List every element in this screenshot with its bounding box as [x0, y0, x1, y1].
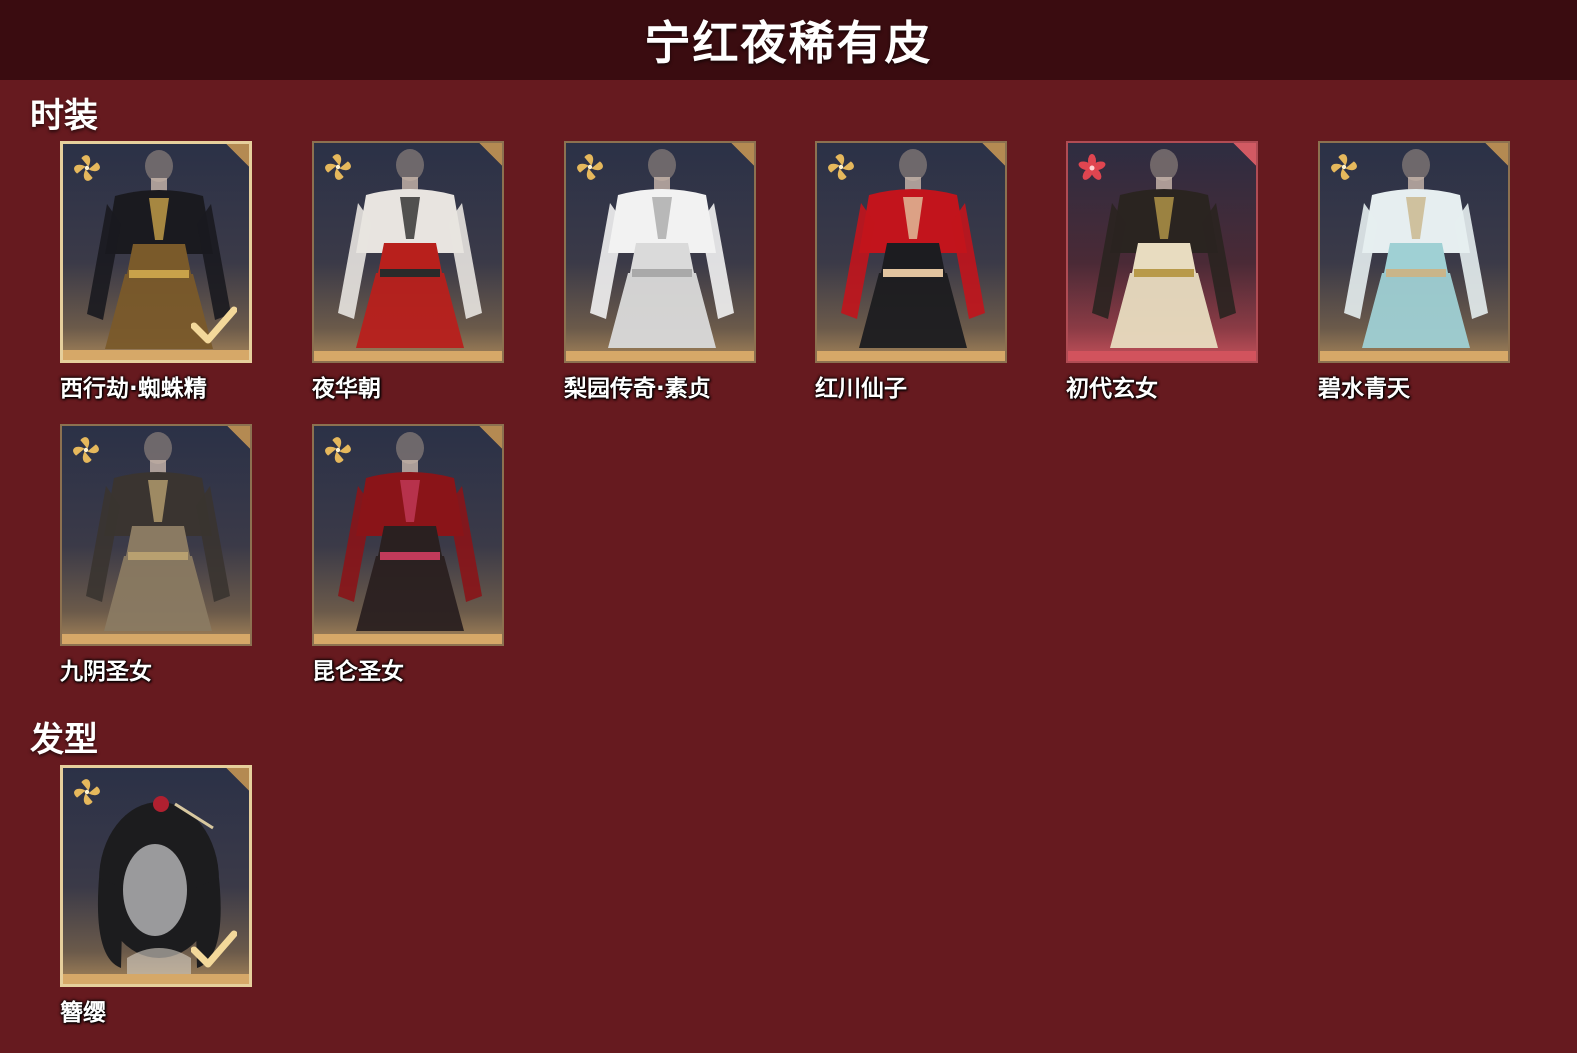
- outfit-card[interactable]: 碧水青天: [1318, 141, 1510, 402]
- gold-four-petal-flower-icon: [577, 154, 603, 180]
- gold-four-petal-flower-icon: [74, 779, 100, 805]
- title-bar: 宁红夜稀有皮: [0, 0, 1577, 80]
- red-five-petal-flower-icon: [1078, 154, 1106, 180]
- gold-four-petal-flower-icon: [1331, 154, 1357, 180]
- outfit-card[interactable]: 夜华朝: [312, 141, 504, 402]
- corner-ornament-icon: [474, 143, 502, 171]
- rarity-bar: [1320, 351, 1508, 361]
- card-frame: [312, 424, 504, 646]
- corner-ornament-icon: [977, 143, 1005, 171]
- rarity-bar: [1068, 351, 1256, 361]
- gold-four-petal-flower-icon: [828, 154, 854, 180]
- card-frame: [60, 141, 252, 363]
- corner-ornament-icon: [222, 426, 250, 454]
- corner-ornament-icon: [1480, 143, 1508, 171]
- rarity-bar: [62, 634, 250, 644]
- rarity-bar: [817, 351, 1005, 361]
- page-title: 宁红夜稀有皮: [644, 16, 933, 70]
- card-frame: [564, 141, 756, 363]
- outfit-name: 碧水青天: [1318, 376, 1410, 402]
- gold-four-petal-flower-icon: [73, 437, 99, 463]
- gold-four-petal-flower-icon: [325, 437, 351, 463]
- rarity-bar: [63, 974, 249, 984]
- corner-ornament-icon: [726, 143, 754, 171]
- outfit-name: 梨园传奇·素贞: [564, 376, 711, 402]
- rarity-bar: [314, 634, 502, 644]
- card-frame: [312, 141, 504, 363]
- outfit-name: 夜华朝: [312, 376, 381, 402]
- corner-ornament-icon: [474, 426, 502, 454]
- card-frame: [815, 141, 1007, 363]
- outfit-card[interactable]: 初代玄女: [1066, 141, 1258, 402]
- card-frame: [60, 765, 252, 987]
- card-frame: [60, 424, 252, 646]
- rarity-bar: [63, 350, 249, 360]
- checkmark-icon: [191, 306, 237, 344]
- outfit-card[interactable]: 昆仑圣女: [312, 424, 504, 685]
- section-label-fashion: 时装: [30, 96, 98, 136]
- outfit-card[interactable]: 九阴圣女: [60, 424, 252, 685]
- section-label-hairstyle: 发型: [30, 720, 98, 760]
- gold-four-petal-flower-icon: [74, 155, 100, 181]
- outfit-card[interactable]: 梨园传奇·素贞: [564, 141, 756, 402]
- hairstyle-card[interactable]: 簪缨: [60, 765, 252, 1026]
- outfit-name: 红川仙子: [815, 376, 907, 402]
- rarity-bar: [314, 351, 502, 361]
- card-frame: [1066, 141, 1258, 363]
- rarity-bar: [566, 351, 754, 361]
- outfit-card[interactable]: 西行劫·蜘蛛精: [60, 141, 252, 402]
- gold-four-petal-flower-icon: [325, 154, 351, 180]
- hairstyle-name: 簪缨: [60, 1000, 106, 1026]
- outfit-name: 九阴圣女: [60, 659, 152, 685]
- outfit-name: 昆仑圣女: [312, 659, 404, 685]
- outfit-name: 西行劫·蜘蛛精: [60, 376, 207, 402]
- checkmark-icon: [191, 930, 237, 968]
- outfit-card[interactable]: 红川仙子: [815, 141, 1007, 402]
- card-frame: [1318, 141, 1510, 363]
- corner-ornament-icon: [221, 768, 249, 796]
- corner-ornament-icon: [221, 144, 249, 172]
- corner-ornament-icon: [1228, 143, 1256, 171]
- outfit-name: 初代玄女: [1066, 376, 1158, 402]
